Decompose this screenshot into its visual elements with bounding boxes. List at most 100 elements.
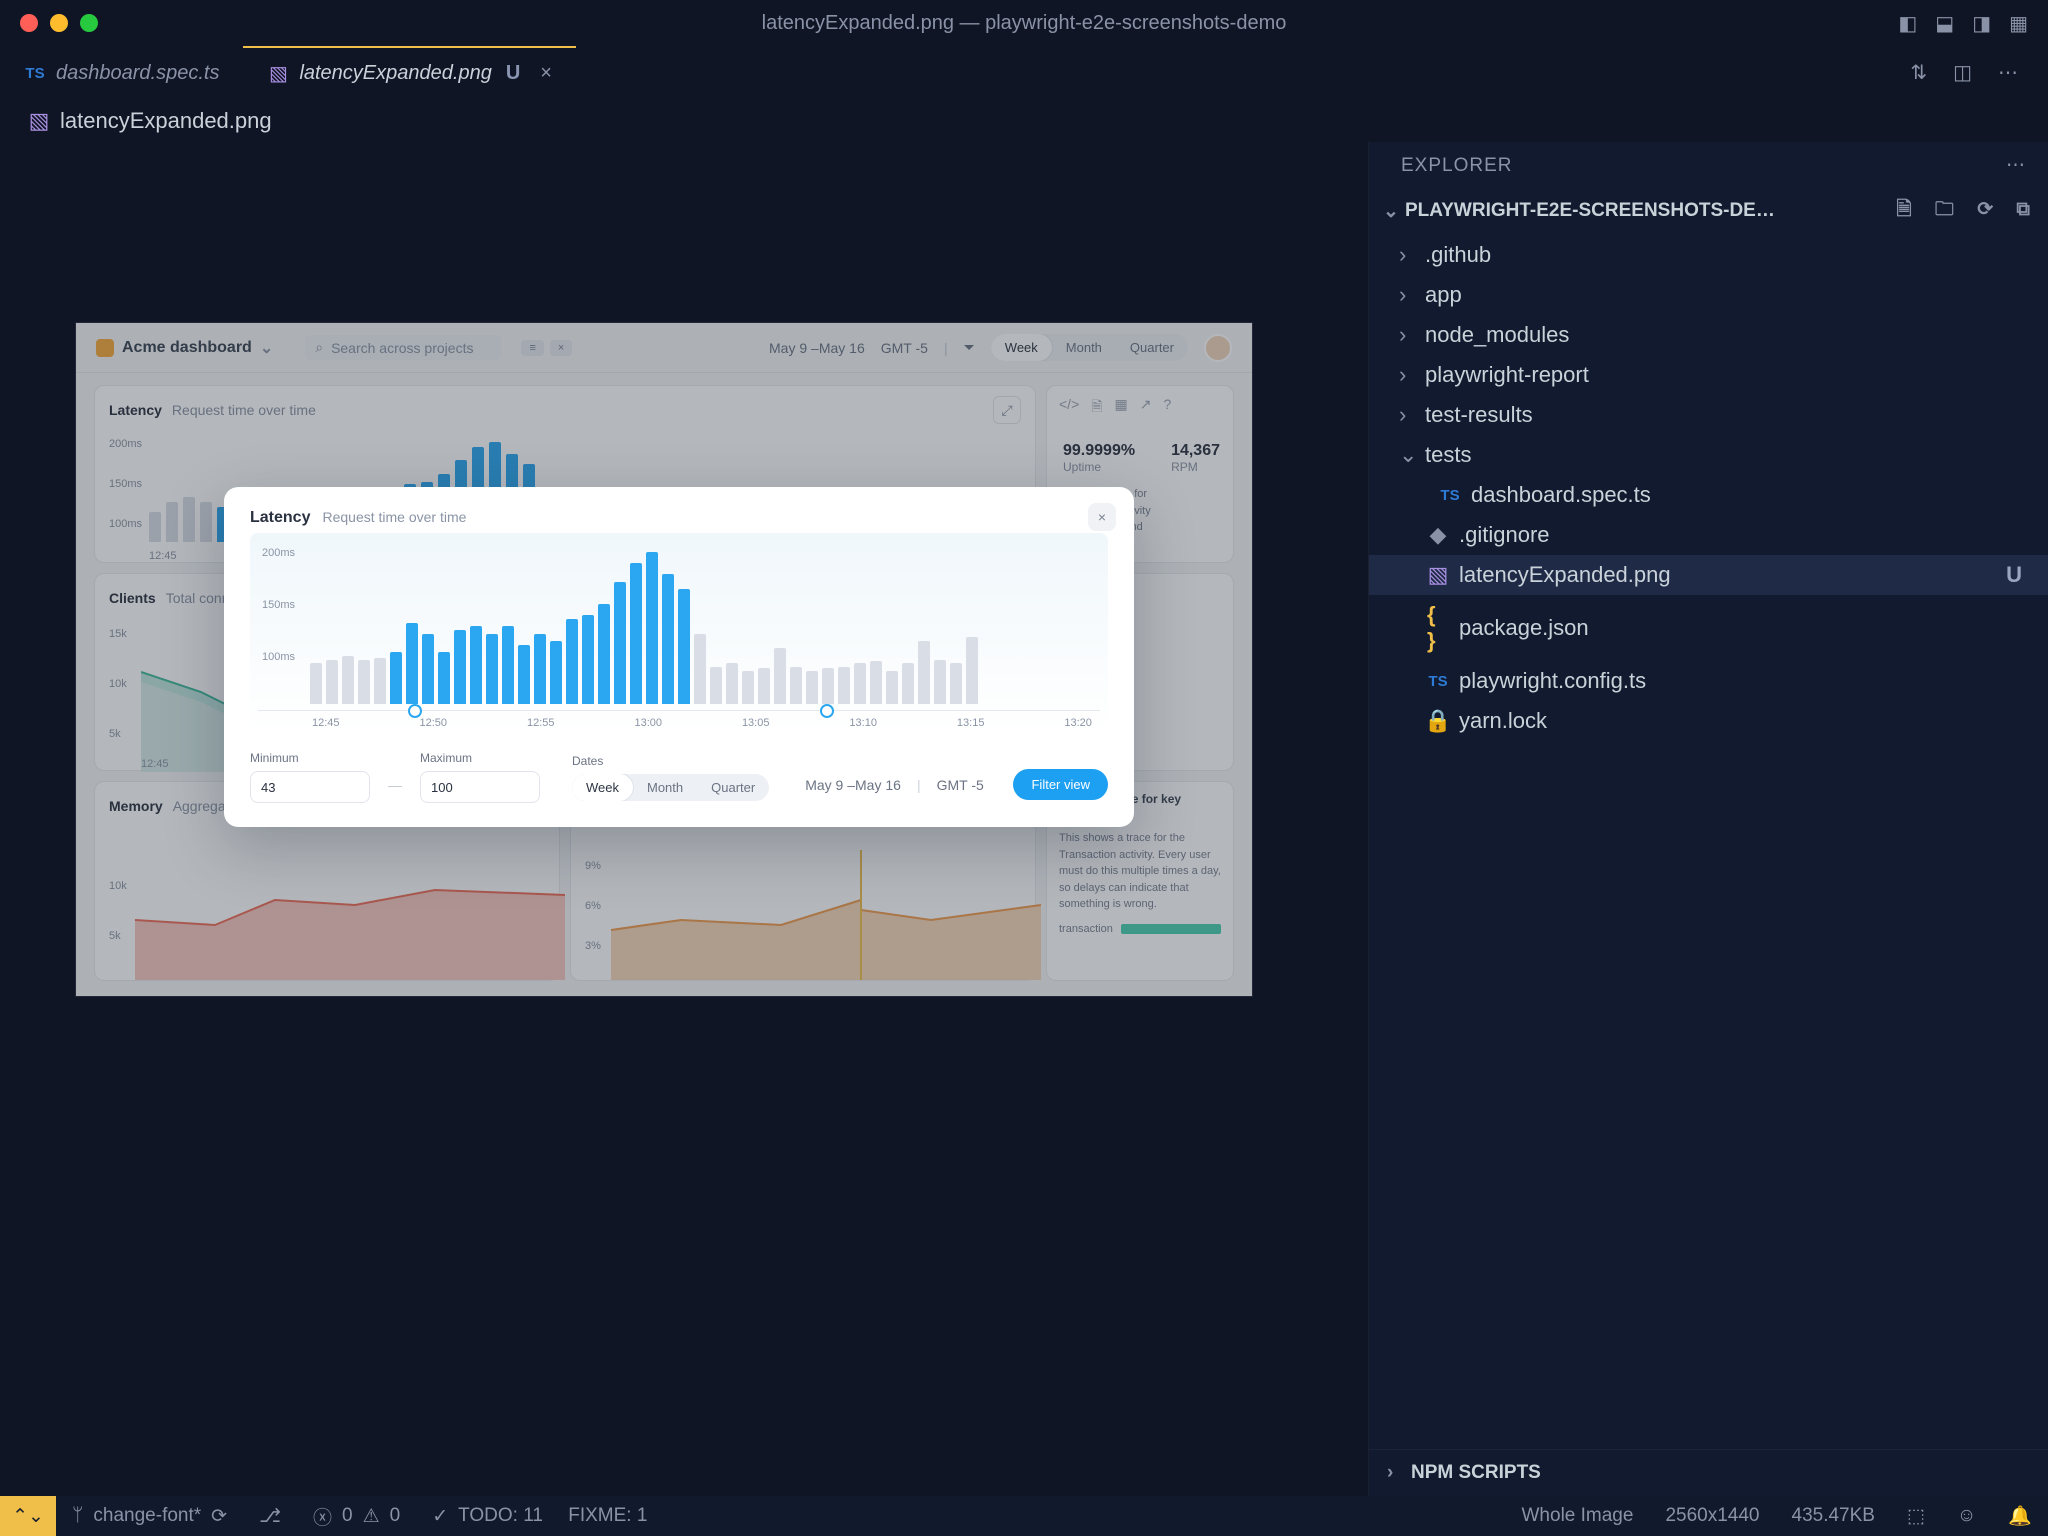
new-folder-icon[interactable]: 🗀 xyxy=(1935,199,1954,220)
field-label: Dates xyxy=(572,754,769,768)
sync-icon[interactable]: ⟳ xyxy=(211,1505,227,1528)
area-chart xyxy=(135,850,565,980)
bar xyxy=(406,623,418,705)
tab-latency-expanded[interactable]: ▧ latencyExpanded.png U × xyxy=(243,46,576,99)
layout-right-icon[interactable]: ◨ xyxy=(1972,11,1991,36)
filter-icon[interactable]: ⏷ xyxy=(964,339,975,356)
segment-week[interactable]: Week xyxy=(572,774,633,801)
bar xyxy=(678,589,690,704)
bar xyxy=(342,656,354,704)
filter-chip[interactable]: ≡ xyxy=(521,340,543,356)
filter-view-button[interactable]: Filter view xyxy=(1013,769,1108,800)
date-range-label[interactable]: May 9 –May 16 xyxy=(805,777,901,793)
zoom-window-button[interactable] xyxy=(80,14,98,32)
breadcrumb[interactable]: ▧ latencyExpanded.png xyxy=(0,100,2048,142)
chevron-right-icon: › xyxy=(1399,362,1415,388)
file--gitignore[interactable]: ◆.gitignore xyxy=(1369,515,2048,555)
range-segment[interactable]: Week Month Quarter xyxy=(991,334,1188,361)
branch-group[interactable]: ᛘ change-font* ⟳ xyxy=(56,1505,243,1528)
segment-quarter[interactable]: Quarter xyxy=(1116,334,1188,361)
date-range[interactable]: May 9 –May 16 xyxy=(769,340,865,356)
close-icon[interactable]: × xyxy=(1088,503,1116,531)
chevron-right-icon: › xyxy=(1399,402,1415,428)
chevron-right-icon: › xyxy=(1387,1462,1403,1484)
refresh-icon[interactable]: ⟳ xyxy=(1977,199,1993,220)
search-input[interactable]: ⌕ Search across projects xyxy=(305,335,501,360)
file-latencyexpanded-png[interactable]: ▧latencyExpanded.pngU xyxy=(1369,555,2048,595)
image-icon: ▧ xyxy=(28,108,50,134)
grid-icon[interactable]: ▦ xyxy=(1115,396,1128,420)
more-icon[interactable]: ⋯ xyxy=(1998,60,2018,85)
segment-week[interactable]: Week xyxy=(991,334,1052,361)
bar xyxy=(886,671,898,704)
trace-row-label: transaction xyxy=(1059,923,1113,935)
feedback-icon[interactable]: ☺ xyxy=(1941,1505,1992,1527)
filter-chip-close[interactable]: × xyxy=(550,340,572,356)
tree-item-label: package.json xyxy=(1459,615,1589,641)
tree-item-label: test-results xyxy=(1425,402,1533,428)
minimum-input[interactable] xyxy=(250,771,370,803)
project-header[interactable]: ⌄ PLAYWRIGHT-E2E-SCREENSHOTS-DE… 🗎 🗀 ⟳ ⧉ xyxy=(1369,189,2048,233)
bar xyxy=(806,671,818,704)
folder-node-modules[interactable]: ›node_modules xyxy=(1369,315,2048,355)
close-window-button[interactable] xyxy=(20,14,38,32)
expand-icon[interactable]: ⤢ xyxy=(993,396,1021,424)
bar xyxy=(534,634,546,704)
image-dimensions: 2560x1440 xyxy=(1649,1505,1775,1527)
close-tab-icon[interactable]: × xyxy=(540,62,552,85)
file-dashboard-spec-ts[interactable]: TSdashboard.spec.ts xyxy=(1369,475,2048,515)
collapse-icon[interactable]: ⧉ xyxy=(2016,199,2030,220)
remote-indicator[interactable]: ⌃⌄ xyxy=(0,1496,56,1536)
avatar[interactable] xyxy=(1204,334,1232,362)
binary-icon[interactable]: ⬚ xyxy=(1891,1505,1941,1528)
dashboard-topbar: Acme dashboard ⌄ ⌕ Search across project… xyxy=(76,323,1252,373)
more-icon[interactable]: ⋯ xyxy=(2006,154,2026,177)
tree-item-label: tests xyxy=(1425,442,1471,468)
open-icon[interactable]: ↗ xyxy=(1140,396,1152,420)
problems-group[interactable]: ⓧ0 ⚠0 xyxy=(297,1503,416,1530)
file-package-json[interactable]: { }package.json xyxy=(1369,595,2048,661)
xtick: 12:45 xyxy=(141,758,169,770)
dates-field: Dates Week Month Quarter xyxy=(572,754,769,801)
image-mode[interactable]: Whole Image xyxy=(1506,1505,1650,1527)
folder-app[interactable]: ›app xyxy=(1369,275,2048,315)
source-graph-icon[interactable]: ⎇ xyxy=(243,1505,297,1528)
bar xyxy=(966,637,978,704)
typescript-icon: TS xyxy=(24,65,46,82)
segment-month[interactable]: Month xyxy=(1052,334,1116,361)
segment-month[interactable]: Month xyxy=(633,774,697,801)
help-icon[interactable]: ? xyxy=(1163,396,1171,420)
folder-test-results[interactable]: › test-results xyxy=(1369,395,2048,435)
tree-item-label: dashboard.spec.ts xyxy=(1471,482,1651,508)
minimize-window-button[interactable] xyxy=(50,14,68,32)
brand[interactable]: Acme dashboard ⌄ xyxy=(96,338,273,358)
range-dash: — xyxy=(388,761,402,793)
maximum-input[interactable] xyxy=(420,771,540,803)
segment-quarter[interactable]: Quarter xyxy=(697,774,769,801)
split-editor-icon[interactable]: ◫ xyxy=(1953,60,1972,85)
search-icon: ⌕ xyxy=(315,339,323,356)
dates-segment[interactable]: Week Month Quarter xyxy=(572,774,769,801)
branch-icon: ᛘ xyxy=(72,1505,83,1527)
bell-icon[interactable]: 🔔 xyxy=(1992,1504,2048,1528)
save-icon[interactable]: 🗎 xyxy=(1091,396,1102,420)
code-icon[interactable]: </> xyxy=(1059,396,1079,420)
layout-grid-icon[interactable]: ▦ xyxy=(2009,11,2028,36)
tree-item-label: playwright.config.ts xyxy=(1459,668,1646,694)
chevron-right-icon: › xyxy=(1399,242,1415,268)
folder--github[interactable]: ›.github xyxy=(1369,235,2048,275)
file-playwright-config-ts[interactable]: TSplaywright.config.ts xyxy=(1369,661,2048,701)
tab-dashboard-spec[interactable]: TS dashboard.spec.ts xyxy=(0,46,243,99)
layout-left-icon[interactable]: ◧ xyxy=(1898,11,1917,36)
compare-icon[interactable]: ⇅ xyxy=(1910,60,1927,85)
npm-scripts-panel[interactable]: › NPM SCRIPTS xyxy=(1369,1449,2048,1496)
folder-playwright-report[interactable]: ›playwright-report xyxy=(1369,355,2048,395)
folder-tests[interactable]: ⌄tests xyxy=(1369,435,2048,475)
file-yarn-lock[interactable]: 🔒yarn.lock xyxy=(1369,701,2048,741)
bar xyxy=(550,641,562,704)
layout-bottom-icon[interactable]: ⬓ xyxy=(1935,11,1954,36)
editor-area: Acme dashboard ⌄ ⌕ Search across project… xyxy=(0,142,1368,1496)
todo-group[interactable]: ✓ TODO: 11 FIXME: 1 xyxy=(416,1505,663,1528)
brand-label: Acme dashboard xyxy=(122,339,252,357)
new-file-icon[interactable]: 🗎 xyxy=(1896,199,1911,220)
